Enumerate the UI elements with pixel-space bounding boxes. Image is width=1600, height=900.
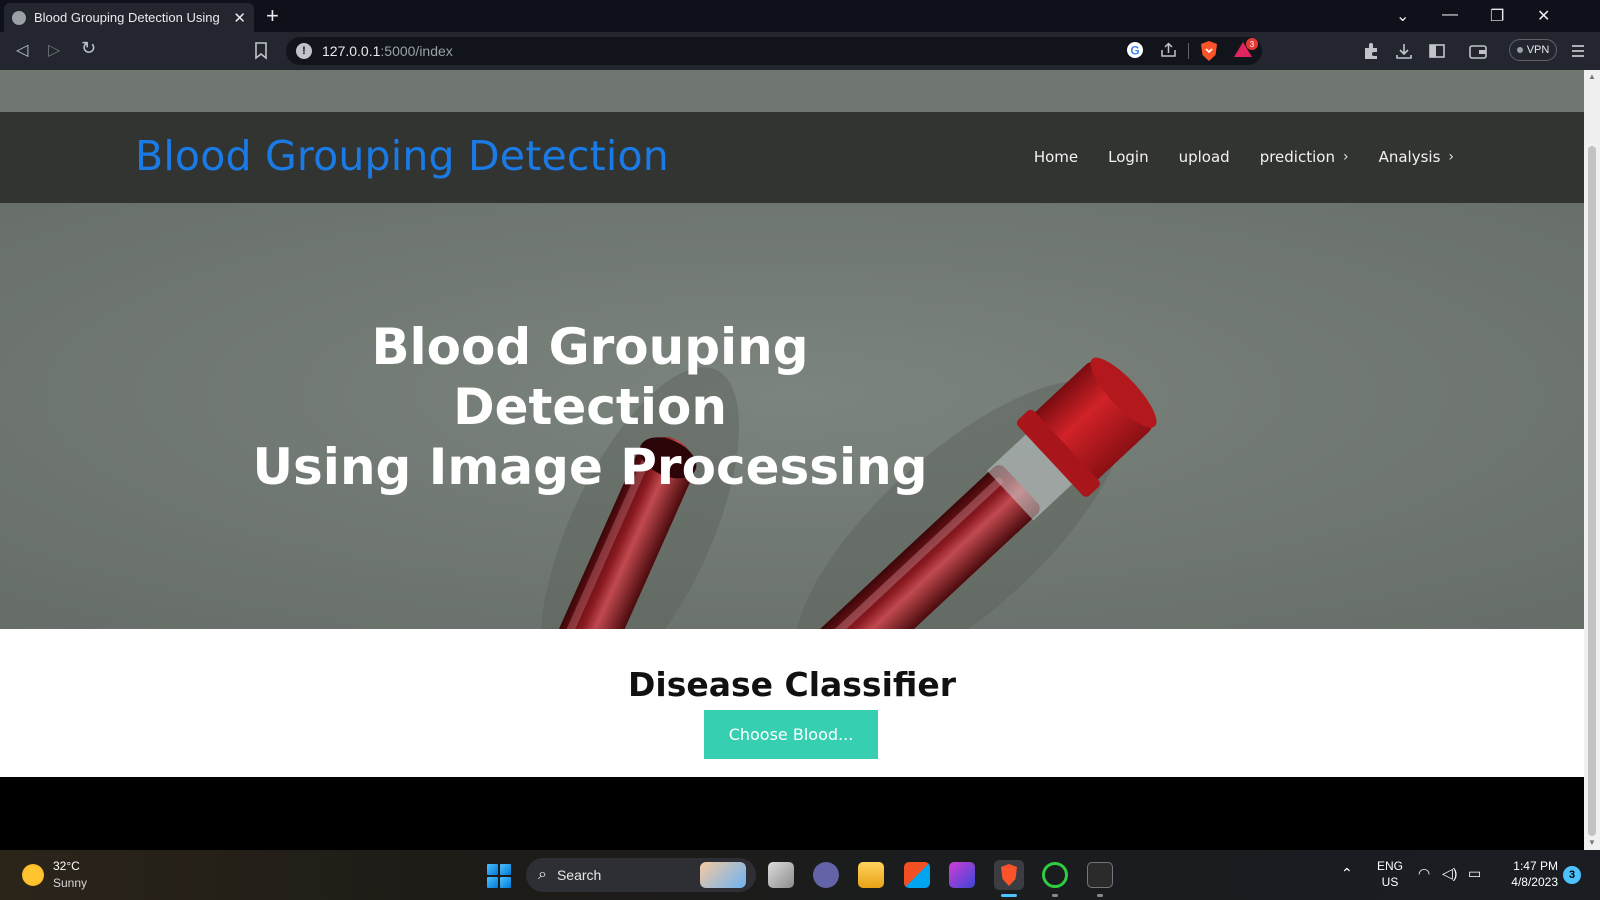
section-title: Disease Classifier (627, 665, 957, 704)
store-icon[interactable] (904, 862, 930, 888)
nav-analysis[interactable]: Analysis › (1379, 148, 1454, 166)
new-tab-button[interactable]: + (266, 4, 279, 28)
divider (1188, 43, 1189, 59)
windows-start-icon[interactable] (487, 864, 511, 888)
maximize-button[interactable]: ❐ (1490, 6, 1504, 26)
brave-browser-icon[interactable] (994, 860, 1024, 890)
page-viewport: Blood Grouping Detection Home Login uplo… (0, 70, 1584, 850)
app-icon[interactable] (949, 862, 975, 888)
terminal-icon[interactable] (1087, 862, 1113, 888)
active-app-indicator (1001, 894, 1017, 897)
reload-button[interactable]: ↻ (81, 38, 96, 59)
globe-icon (12, 10, 26, 25)
nav-analysis-label: Analysis (1378, 148, 1441, 166)
chevron-right-icon: › (1342, 149, 1349, 165)
scroll-up-icon[interactable]: ▲ (1588, 72, 1596, 81)
brave-rewards-icon[interactable]: 3 (1233, 38, 1259, 60)
tab-title: Blood Grouping Detection Using Image Pro… (34, 10, 224, 25)
weather-condition[interactable]: Sunny (53, 876, 87, 890)
browser-tab[interactable]: Blood Grouping Detection Using Image Pro… (4, 3, 254, 32)
language-code[interactable]: ENG (1373, 859, 1407, 873)
nav-upload[interactable]: upload (1179, 148, 1230, 166)
classifier-section: Disease Classifier Choose Blood... (0, 629, 1584, 777)
clock-time[interactable]: 1:47 PM (1498, 859, 1558, 873)
language-region[interactable]: US (1373, 875, 1407, 889)
search-icon: ⌕ (538, 866, 547, 883)
chevron-up-icon[interactable]: ⌃ (1341, 865, 1353, 882)
browser-titlebar: Blood Grouping Detection Using Image Pro… (0, 0, 1600, 32)
page-footer (0, 777, 1584, 850)
minimize-button[interactable]: — (1442, 6, 1458, 24)
hero-title: Blood Grouping Detection Using Image Pro… (230, 317, 950, 497)
search-highlight-icon[interactable] (700, 862, 746, 888)
hero-title-line1: Blood Grouping Detection (371, 318, 809, 436)
scroll-down-icon[interactable]: ▼ (1588, 838, 1596, 847)
search-label: Search (556, 867, 602, 883)
site-logo[interactable]: Blood Grouping Detection (135, 132, 669, 180)
bookmark-icon[interactable] (254, 42, 268, 60)
wifi-icon[interactable]: ◠ (1418, 865, 1430, 882)
svg-text:G: G (1130, 44, 1139, 58)
page-scrollbar[interactable]: ▲ ▼ (1584, 70, 1600, 850)
app-loading-icon[interactable] (1042, 862, 1068, 888)
hero-title-line2: Using Image Processing (252, 438, 928, 496)
battery-icon[interactable]: ▭ (1468, 865, 1481, 882)
hero-banner: Blood Grouping Detection Using Image Pro… (0, 203, 1584, 629)
extensions-icon[interactable] (1362, 42, 1380, 60)
clock-date[interactable]: 4/8/2023 (1498, 875, 1558, 889)
vpn-label: VPN (1526, 44, 1550, 56)
url-host: 127.0.0.1 (322, 43, 381, 59)
download-icon[interactable] (1395, 42, 1413, 60)
weather-temperature[interactable]: 32°C (53, 859, 80, 873)
choose-blood-button[interactable]: Choose Blood... (704, 710, 878, 759)
site-header: Blood Grouping Detection Home Login uplo… (0, 112, 1584, 203)
share-icon[interactable] (1160, 42, 1178, 58)
url-path: :5000/index (380, 43, 453, 59)
tab-close-icon[interactable]: ✕ (233, 9, 246, 27)
vpn-status-dot (1516, 47, 1523, 53)
svg-text:3: 3 (1250, 40, 1255, 49)
sun-icon[interactable] (22, 864, 44, 886)
brave-shields-icon[interactable] (1199, 40, 1219, 62)
menu-icon[interactable] (1570, 43, 1586, 59)
nav-home[interactable]: Home (1034, 148, 1078, 166)
chevron-right-icon: › (1448, 149, 1454, 165)
back-button[interactable]: ◁ (16, 40, 28, 60)
forward-button[interactable]: ▷ (48, 40, 60, 60)
main-nav: Home Login upload prediction › Analysis › (1034, 148, 1454, 166)
google-icon[interactable]: G (1126, 41, 1144, 59)
app-indicator (1052, 894, 1058, 897)
chat-icon[interactable] (813, 862, 839, 888)
nav-prediction-label: prediction (1259, 148, 1335, 166)
address-bar[interactable]: ! 127.0.0.1 :5000/index (286, 37, 1262, 65)
scrollbar-thumb[interactable] (1588, 146, 1596, 836)
nav-upload-label: upload (1178, 148, 1230, 166)
tab-list-icon[interactable]: ⌄ (1396, 6, 1409, 26)
close-window-button[interactable]: ✕ (1537, 6, 1550, 26)
nav-prediction[interactable]: prediction › (1260, 148, 1349, 166)
sidebar-icon[interactable] (1428, 42, 1446, 60)
task-view-icon[interactable] (768, 862, 794, 888)
browser-toolbar: ◁ ▷ ↻ ! 127.0.0.1 :5000/index G 3 VPN (0, 32, 1600, 70)
app-indicator (1097, 894, 1103, 897)
volume-icon[interactable]: ◁) (1442, 865, 1457, 882)
vpn-button[interactable]: VPN (1509, 39, 1557, 61)
file-explorer-icon[interactable] (858, 862, 884, 888)
info-icon[interactable]: ! (296, 43, 312, 59)
taskbar: 32°C Sunny ⌕ Search ⌃ ENG US ◠ ◁) ▭ 1:47… (0, 850, 1600, 900)
page-top-strip (0, 70, 1584, 112)
nav-login[interactable]: Login (1108, 148, 1148, 166)
notification-badge[interactable]: 3 (1563, 866, 1581, 884)
nav-login-label: Login (1108, 148, 1149, 166)
nav-home-label: Home (1033, 148, 1079, 166)
wallet-icon[interactable] (1468, 42, 1488, 60)
